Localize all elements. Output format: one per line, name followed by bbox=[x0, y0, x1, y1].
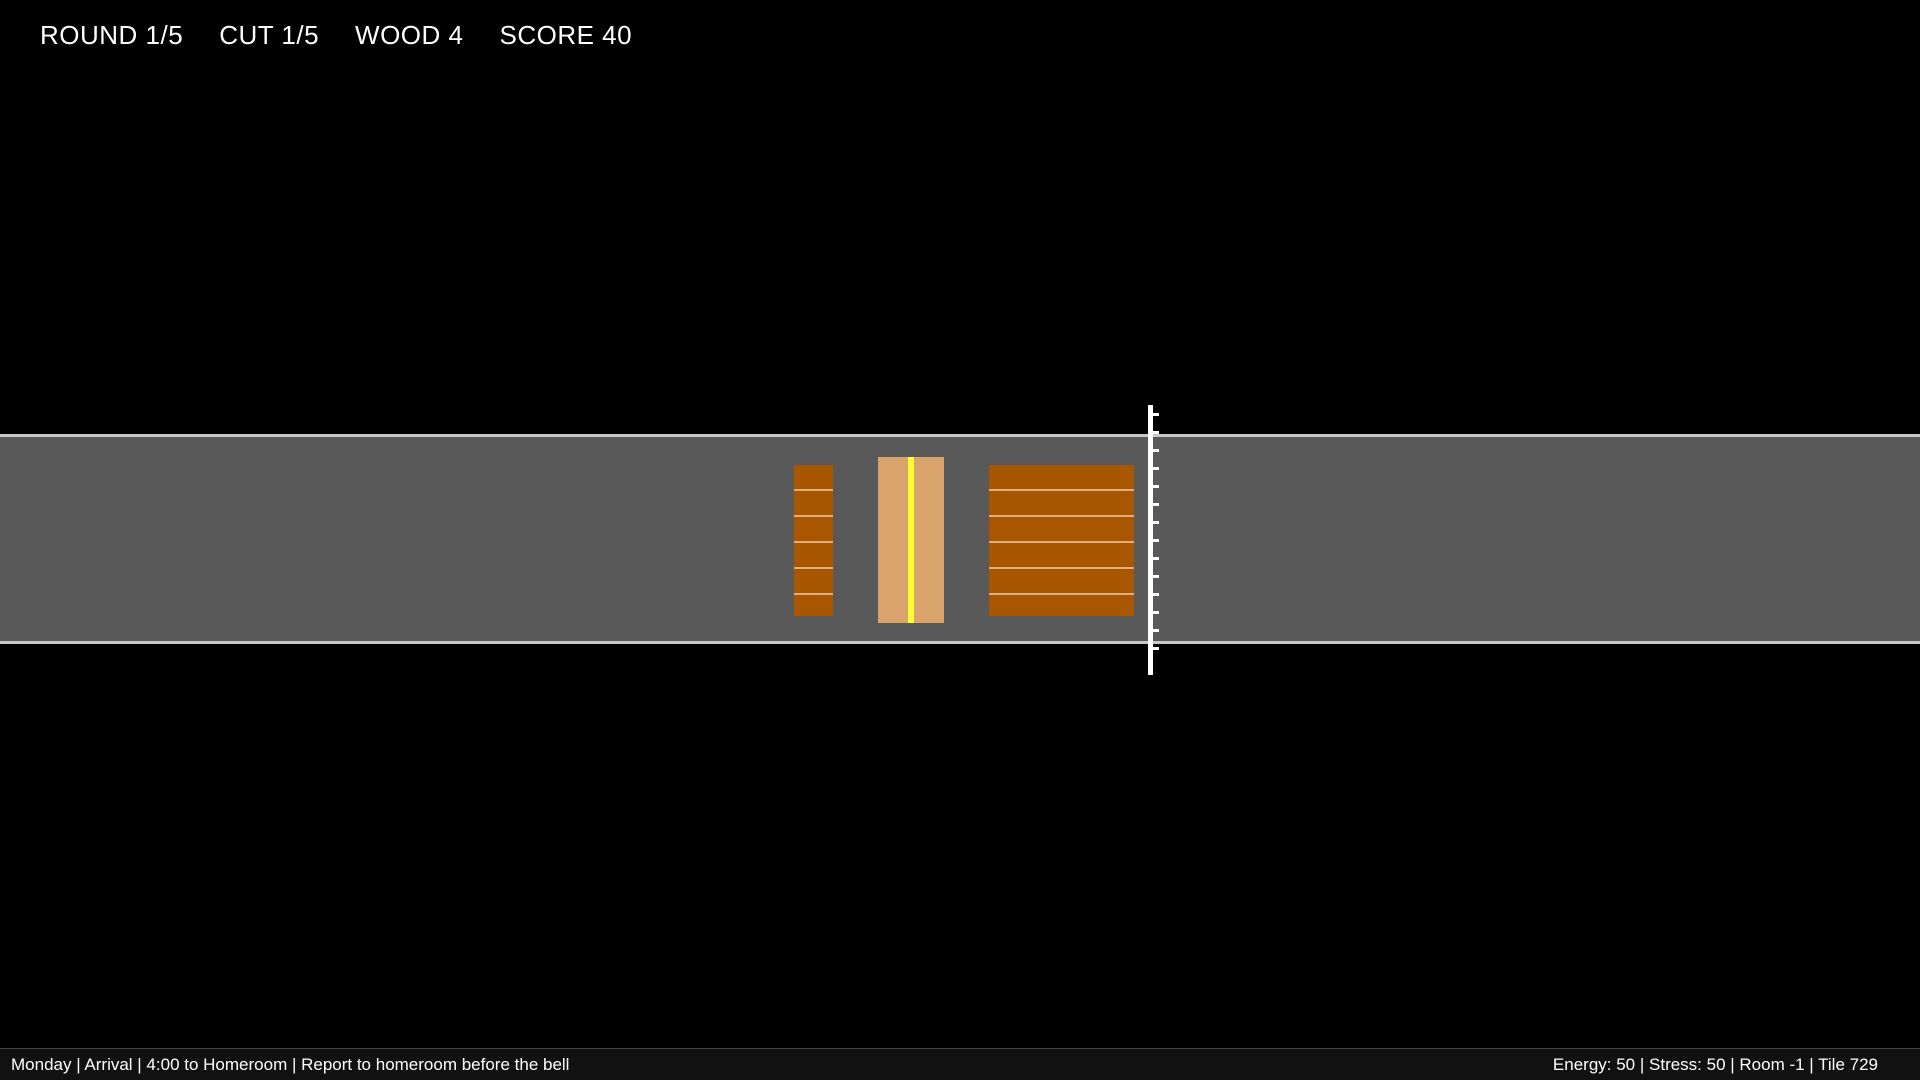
saw-tooth bbox=[1153, 611, 1159, 614]
cut-wood-plank-small bbox=[794, 465, 833, 616]
saw-tooth bbox=[1153, 593, 1159, 596]
saw-tooth bbox=[1153, 449, 1159, 452]
saw-tooth bbox=[1153, 413, 1159, 416]
wood-counter: WOOD 4 bbox=[355, 20, 464, 50]
active-wood-plank[interactable] bbox=[878, 457, 944, 623]
saw-tooth bbox=[1153, 575, 1159, 578]
saw-tooth bbox=[1153, 467, 1159, 470]
saw-blade-icon[interactable] bbox=[1148, 405, 1160, 675]
status-bar: Monday | Arrival | 4:00 to Homeroom | Re… bbox=[0, 1048, 1920, 1080]
saw-tooth bbox=[1153, 521, 1159, 524]
cut-counter: CUT 1/5 bbox=[219, 20, 320, 50]
game-screen: ROUND 1/5 CUT 1/5 WOOD 4 SCORE 40 Monday… bbox=[0, 0, 1920, 1080]
saw-tooth bbox=[1153, 539, 1159, 542]
saw-tooth bbox=[1153, 485, 1159, 488]
score-counter: SCORE 40 bbox=[499, 20, 633, 50]
hud: ROUND 1/5 CUT 1/5 WOOD 4 SCORE 40 bbox=[40, 20, 632, 51]
cut-guide-line bbox=[908, 457, 914, 623]
status-schedule: Monday | Arrival | 4:00 to Homeroom | Re… bbox=[11, 1054, 570, 1074]
status-stats: Energy: 50 | Stress: 50 | Room -1 | Tile… bbox=[1552, 1054, 1878, 1074]
saw-tooth bbox=[1153, 557, 1159, 560]
saw-tooth bbox=[1153, 431, 1159, 434]
round-counter: ROUND 1/5 bbox=[40, 20, 184, 50]
saw-tooth bbox=[1153, 503, 1159, 506]
conveyor-belt bbox=[0, 434, 1920, 644]
saw-tooth bbox=[1153, 647, 1159, 650]
saw-tooth bbox=[1153, 629, 1159, 632]
cut-wood-plank-large bbox=[989, 465, 1134, 616]
